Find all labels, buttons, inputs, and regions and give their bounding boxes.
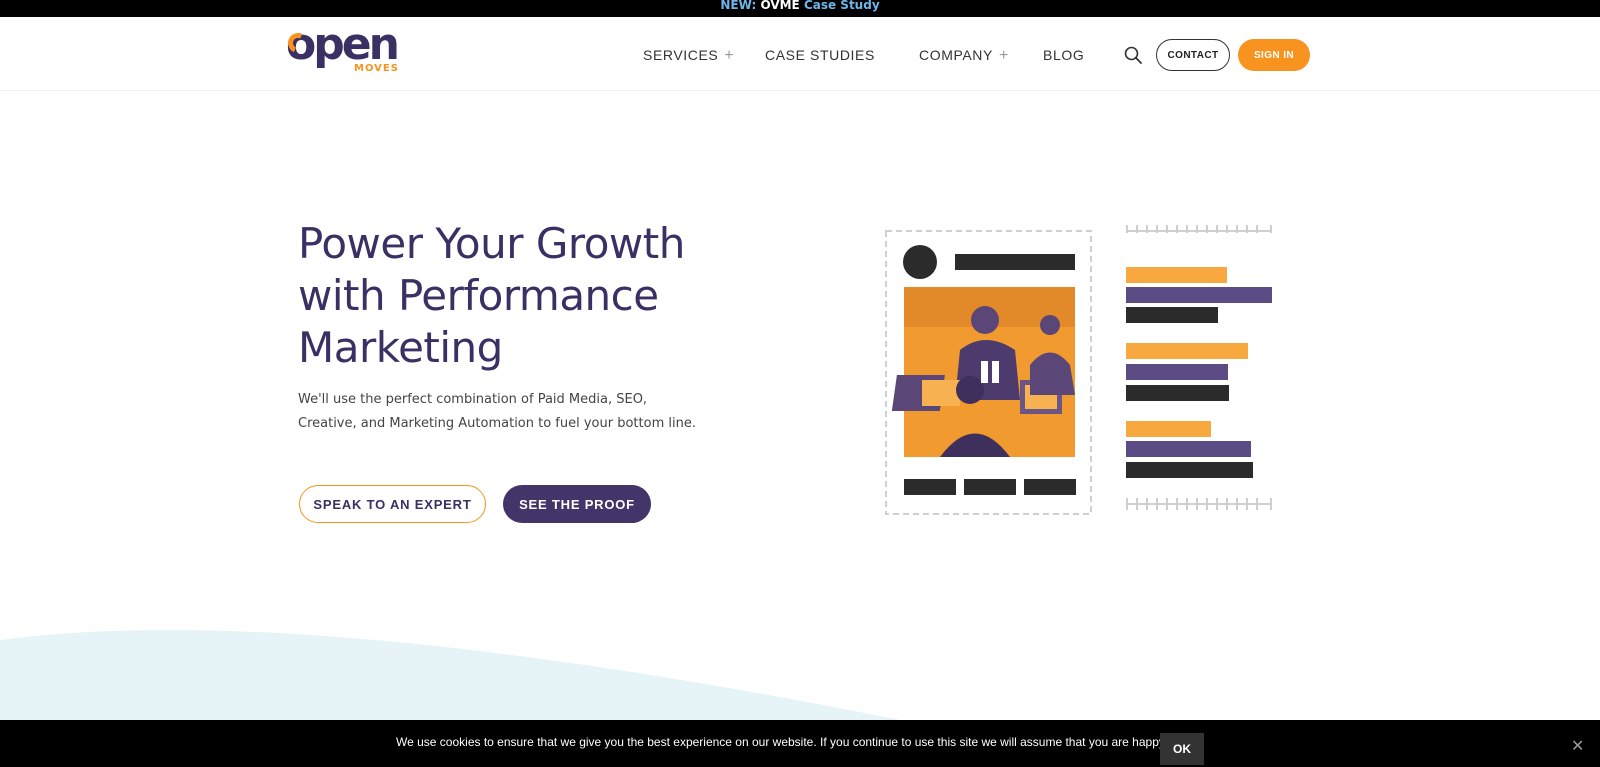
- nav-blog-label: BLOG: [1043, 47, 1085, 63]
- nav-case-studies-label: CASE STUDIES: [765, 47, 875, 63]
- hero-subtitle-line: We'll use the perfect combination of Pai…: [298, 392, 648, 407]
- cookie-banner: We use cookies to ensure that we give yo…: [0, 720, 1600, 767]
- close-icon[interactable]: ✕: [1571, 736, 1584, 756]
- contact-button[interactable]: CONTACT: [1156, 39, 1230, 71]
- announcement-link[interactable]: Case Study: [804, 0, 880, 12]
- cookie-message: We use cookies to ensure that we give yo…: [396, 735, 1203, 749]
- nav-item-services[interactable]: SERVICES +: [643, 47, 734, 65]
- plus-icon[interactable]: +: [999, 47, 1009, 64]
- nav-company-label: COMPANY: [919, 47, 993, 63]
- video-thumbnail[interactable]: [891, 287, 1075, 457]
- speak-to-expert-button[interactable]: SPEAK TO AN EXPERT: [299, 485, 486, 523]
- hero-title-line: Power Your Growth: [298, 219, 685, 268]
- hero-title-line: with Performance: [298, 271, 659, 320]
- plus-icon[interactable]: +: [724, 47, 734, 64]
- nav-item-company[interactable]: COMPANY +: [919, 47, 1009, 65]
- see-the-proof-button[interactable]: SEE THE PROOF: [503, 485, 651, 523]
- logo[interactable]: open MOVES: [285, 23, 421, 77]
- nav-services-label: SERVICES: [643, 47, 719, 63]
- announcement-highlight[interactable]: OVME: [760, 0, 799, 12]
- hero-illustration: [885, 225, 1272, 515]
- logo-subtitle: MOVES: [354, 63, 399, 74]
- hero-title-line: Marketing: [298, 323, 503, 372]
- background-wave: [0, 630, 900, 720]
- nav-item-case-studies[interactable]: CASE STUDIES: [765, 47, 875, 63]
- hero-subtitle-line: Creative, and Marketing Automation to fu…: [298, 416, 696, 431]
- cookie-ok-button[interactable]: OK: [1160, 733, 1204, 765]
- hero-subtitle: We'll use the perfect combination of Pai…: [298, 388, 718, 436]
- site-header: open MOVES SERVICES + CASE STUDIES COMPAN…: [0, 17, 1600, 91]
- announcement-new-label: NEW:: [720, 0, 757, 12]
- announcement-bar[interactable]: NEW: OVME Case Study: [0, 0, 1600, 17]
- search-icon[interactable]: [1124, 46, 1142, 64]
- hero-title: Power Your Growth with Performance Marke…: [298, 218, 758, 374]
- nav-item-blog[interactable]: BLOG: [1043, 47, 1084, 63]
- sign-in-button[interactable]: SIGN IN: [1238, 39, 1310, 71]
